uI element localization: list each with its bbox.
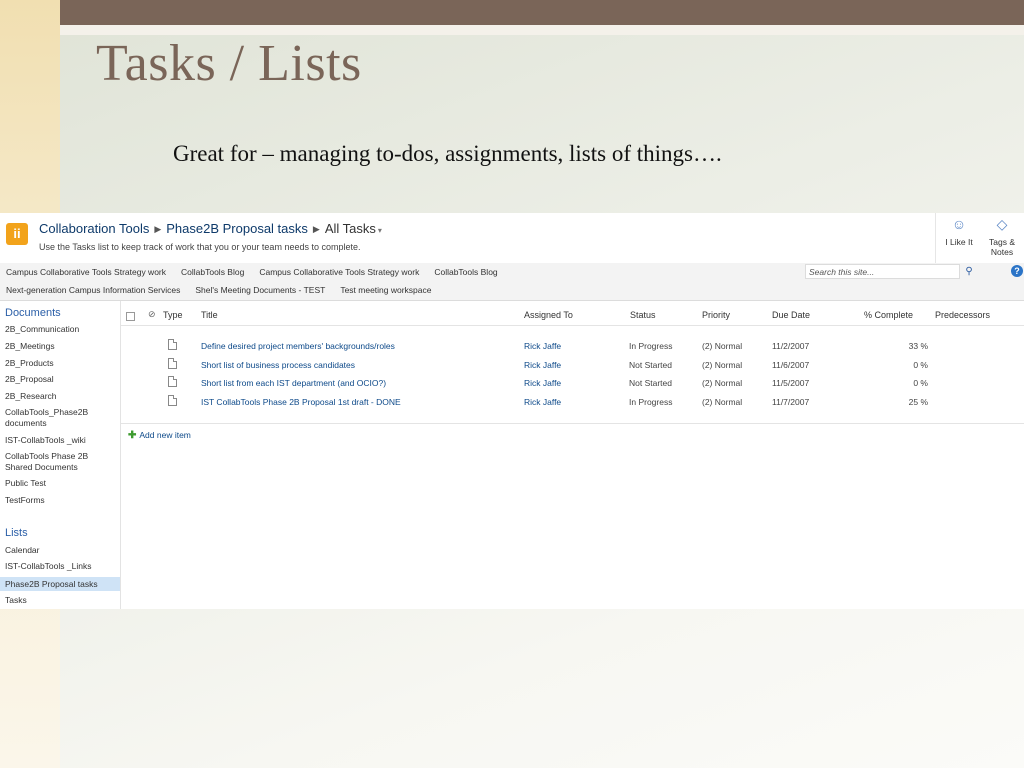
help-icon[interactable]: ? [1011, 265, 1023, 277]
breadcrumb-list[interactable]: Phase2B Proposal tasks [166, 221, 308, 236]
ql-heading-documents[interactable]: Documents [5, 307, 61, 319]
task-assigned-link[interactable]: Rick Jaffe [524, 378, 561, 388]
task-priority: (2) Normal [702, 397, 743, 407]
col-header-predecessors[interactable]: Predecessors [935, 310, 990, 320]
task-title-link[interactable]: Define desired project members' backgrou… [201, 341, 395, 351]
task-due-date: 11/6/2007 [772, 360, 810, 370]
slide-title: Tasks / Lists [96, 35, 362, 92]
table-row[interactable]: Short list of business process candidate… [121, 357, 1024, 375]
thumbs-up-icon: ☺ [951, 216, 967, 232]
ql-heading-lists[interactable]: Lists [5, 527, 28, 539]
breadcrumb: Collaboration Tools ▶ Phase2B Proposal tas… [39, 221, 382, 236]
tag-icon: ◇ [996, 216, 1008, 232]
top-nav-row-1: Campus Collaborative Tools Strategy work… [6, 267, 513, 277]
top-nav-link[interactable]: Test meeting workspace [340, 285, 431, 295]
task-due-date: 11/7/2007 [772, 397, 810, 407]
task-percent-complete: 25 % [908, 397, 928, 407]
ql-item[interactable]: IST-CollabTools _wiki [5, 435, 115, 446]
list-end-divider [121, 423, 1024, 424]
ql-item[interactable]: 2B_Communication [5, 324, 115, 335]
breadcrumb-sep-icon: ▶ [312, 224, 320, 234]
task-title-link[interactable]: IST CollabTools Phase 2B Proposal 1st dr… [201, 397, 401, 407]
attachment-icon: ⊘ [148, 309, 156, 319]
top-decor-bar [60, 0, 1024, 25]
header-divider [121, 325, 1024, 326]
task-list-view: ⊘ Type Title Assigned To Status Priority… [121, 301, 1024, 609]
task-percent-complete: 33 % [908, 341, 928, 351]
search-input[interactable]: Search this site... [805, 264, 960, 279]
task-title-link[interactable]: Short list from each IST department (and… [201, 378, 386, 388]
top-nav-link[interactable]: Campus Collaborative Tools Strategy work [259, 267, 419, 277]
task-doc-icon [168, 358, 177, 369]
col-header-assigned[interactable]: Assigned To [524, 310, 573, 320]
ql-item[interactable]: 2B_Products [5, 358, 115, 369]
top-nav-link[interactable]: Next-generation Campus Information Servi… [6, 285, 180, 295]
task-status: In Progress [629, 341, 673, 351]
task-status: In Progress [629, 397, 673, 407]
ql-item[interactable]: CollabTools Phase 2B Shared Documents [5, 451, 115, 473]
col-header-title[interactable]: Title [201, 310, 218, 320]
task-due-date: 11/5/2007 [772, 378, 810, 388]
ql-item[interactable]: CollabTools_Phase2B documents [5, 407, 115, 429]
ql-item[interactable]: Tasks [5, 595, 115, 606]
col-header-priority[interactable]: Priority [702, 310, 730, 320]
task-assigned-link[interactable]: Rick Jaffe [524, 341, 561, 351]
breadcrumb-view[interactable]: All Tasks [325, 221, 376, 236]
site-logo-icon[interactable]: ii [6, 223, 28, 245]
task-priority: (2) Normal [702, 378, 743, 388]
slide-subtitle: Great for – managing to-dos, assignments… [173, 141, 722, 166]
top-nav-link[interactable]: CollabTools Blog [181, 267, 244, 277]
top-nav-link[interactable]: CollabTools Blog [434, 267, 497, 277]
i-like-it-button[interactable]: ☺ I Like It [937, 215, 981, 247]
table-row[interactable]: IST CollabTools Phase 2B Proposal 1st dr… [121, 394, 1024, 412]
ql-item[interactable]: Calendar [5, 545, 115, 556]
top-nav-row-2: Next-generation Campus Information Servi… [6, 285, 447, 295]
breadcrumb-site[interactable]: Collaboration Tools [39, 221, 149, 236]
ql-item[interactable]: Public Test [5, 478, 115, 489]
col-header-complete[interactable]: % Complete [864, 310, 913, 320]
i-like-it-label: I Like It [945, 237, 973, 247]
ql-item[interactable]: TestForms [5, 495, 115, 506]
task-due-date: 11/2/2007 [772, 341, 810, 351]
col-header-status[interactable]: Status [630, 310, 656, 320]
task-status: Not Started [629, 360, 672, 370]
plus-icon: ✚ [128, 430, 137, 441]
task-title-link[interactable]: Short list of business process candidate… [201, 360, 355, 370]
table-row[interactable]: Short list from each IST department (and… [121, 375, 1024, 393]
ql-item[interactable]: 2B_Research [5, 391, 115, 402]
sharepoint-screenshot: ii Collaboration Tools ▶ Phase2B Proposal … [0, 213, 1024, 609]
col-header-type[interactable]: Type [163, 310, 183, 320]
task-doc-icon [168, 339, 177, 350]
task-percent-complete: 0 % [913, 378, 928, 388]
add-new-item-link[interactable]: ✚ Add new item [128, 430, 191, 441]
ql-item[interactable]: IST-CollabTools _Links [5, 561, 115, 572]
quick-launch: Documents 2B_Communication 2B_Meetings 2… [0, 301, 121, 609]
task-status: Not Started [629, 378, 672, 388]
task-assigned-link[interactable]: Rick Jaffe [524, 397, 561, 407]
sp-header: ii Collaboration Tools ▶ Phase2B Proposal … [0, 213, 1024, 264]
task-doc-icon [168, 376, 177, 387]
header-divider [935, 213, 936, 263]
task-priority: (2) Normal [702, 360, 743, 370]
breadcrumb-sep-icon: ▶ [154, 224, 162, 234]
ql-item[interactable]: 2B_Proposal [5, 374, 115, 385]
task-priority: (2) Normal [702, 341, 743, 351]
top-nav-link[interactable]: Campus Collaborative Tools Strategy work [6, 267, 166, 277]
add-new-item-label: Add new item [139, 430, 191, 440]
ql-item-selected[interactable]: Phase2B Proposal tasks [0, 577, 120, 591]
table-row[interactable]: Define desired project members' backgrou… [121, 338, 1024, 356]
list-description: Use the Tasks list to keep track of work… [39, 242, 361, 252]
tags-notes-button[interactable]: ◇ Tags & Notes [980, 215, 1024, 257]
tags-label-1: Tags & [989, 237, 1015, 247]
top-nav-link[interactable]: Shel's Meeting Documents - TEST [195, 285, 325, 295]
task-percent-complete: 0 % [913, 360, 928, 370]
task-doc-icon [168, 395, 177, 406]
col-header-due[interactable]: Due Date [772, 310, 810, 320]
search-icon[interactable]: ⚲ [962, 264, 976, 279]
select-all-checkbox[interactable] [126, 312, 135, 321]
tags-label-2: Notes [990, 247, 1014, 257]
ql-item[interactable]: 2B_Meetings [5, 341, 115, 352]
task-assigned-link[interactable]: Rick Jaffe [524, 360, 561, 370]
view-dropdown-icon[interactable]: ▾ [378, 226, 382, 235]
